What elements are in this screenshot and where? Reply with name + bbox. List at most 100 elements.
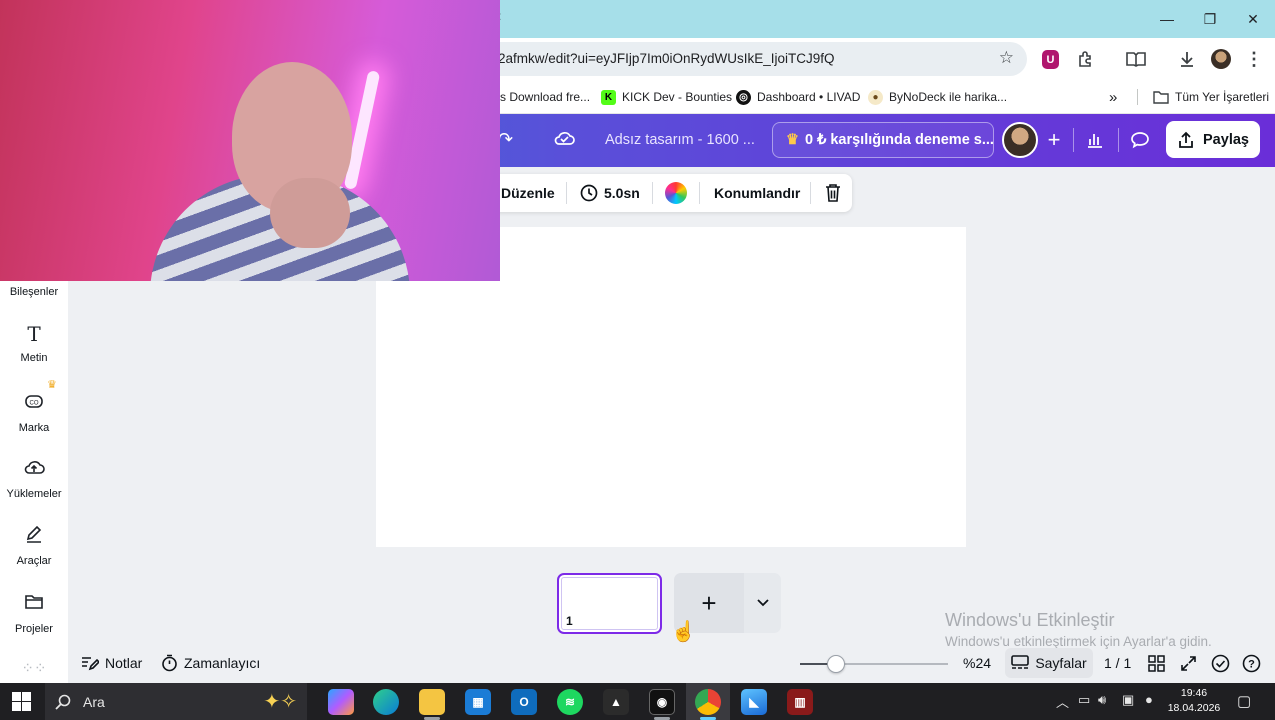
help-icon[interactable]: ? (1242, 651, 1261, 675)
share-icon (1179, 131, 1193, 148)
photos-app-icon[interactable]: ◣ (741, 689, 767, 715)
upload-icon (0, 458, 68, 482)
user-avatar[interactable] (1002, 122, 1038, 158)
zoom-slider-handle[interactable] (827, 655, 845, 673)
grid-view-icon[interactable] (1148, 651, 1165, 675)
store-app-icon[interactable]: ▦ (465, 689, 491, 715)
pages-button[interactable]: Sayfalar (1005, 648, 1093, 678)
fullscreen-icon[interactable] (1180, 651, 1197, 675)
zoom-slider[interactable] (800, 655, 948, 673)
notes-button[interactable]: Notlar (81, 651, 142, 675)
cloud-sync-icon[interactable] (553, 129, 575, 152)
taskbar-clock[interactable]: 19:46 18.04.2026 (1162, 686, 1226, 716)
copilot-app-icon[interactable] (328, 689, 354, 715)
notifications-icon[interactable]: ▢ (1237, 692, 1251, 710)
page-counter: 1 / 1 (1104, 651, 1131, 675)
check-icon[interactable] (1211, 651, 1230, 675)
adobe-app-icon[interactable]: ▲ (603, 689, 629, 715)
sidebar-item-label: Yüklemeler (6, 488, 62, 500)
document-title[interactable]: Adsız tasarım - 1600 ... (605, 132, 755, 148)
sidebar-item-tools[interactable]: Araçlar (0, 525, 68, 567)
notes-icon (82, 657, 99, 671)
duration-button[interactable]: 5.0sn (580, 174, 640, 212)
zoom-label: %24 (963, 655, 992, 671)
crown-icon: ♛ (786, 132, 799, 148)
edge-app-icon[interactable] (373, 689, 399, 715)
webcam-overlay (0, 0, 500, 281)
bookmark-divider (1137, 89, 1138, 105)
tools-icon (0, 525, 68, 549)
clock-date: 18.04.2026 (1167, 702, 1221, 714)
toolbar-divider (810, 182, 811, 204)
sidebar-item-uploads[interactable]: Yüklemeler (0, 458, 68, 500)
obs-app-icon[interactable]: ◉ (649, 689, 675, 715)
free-trial-button[interactable]: ♛ 0 ₺ karşılığında deneme s... (772, 122, 994, 158)
share-button[interactable]: Paylaş (1166, 121, 1260, 158)
analytics-icon[interactable] (1079, 124, 1111, 156)
share-label: Paylaş (1203, 131, 1249, 148)
chrome-app-icon[interactable] (695, 689, 721, 715)
address-bar[interactable]: 2afmkw/edit?ui=eyJFIjp7Im0iOnRydWUsIkE_I… (470, 42, 1027, 76)
restore-window-icon[interactable]: ❐ (1187, 0, 1233, 38)
file-explorer-app-icon[interactable] (419, 689, 445, 715)
close-window-icon[interactable]: ✕ (1230, 0, 1275, 38)
timer-label: Zamanlayıcı (184, 655, 261, 671)
notes-label: Notlar (105, 655, 143, 671)
windows-start-icon[interactable] (12, 692, 31, 711)
bookmark-item[interactable]: ● ByNoDeck ile harika... (868, 87, 1007, 107)
zoom-level[interactable]: %24 (963, 651, 991, 675)
bookmark-item[interactable]: K KICK Dev - Bounties (601, 87, 732, 107)
page-thumbnail[interactable]: 1 (557, 573, 662, 634)
winrar-app-icon[interactable]: ▥ (787, 689, 813, 715)
network-icon[interactable]: ▣ (1122, 692, 1134, 708)
bookmark-label: s Download fre... (500, 90, 591, 104)
apps-icon[interactable]: ⁘⁘ (0, 659, 68, 677)
reading-list-icon[interactable] (1123, 46, 1149, 72)
position-label: Konumlandır (714, 185, 801, 201)
tray-overflow-icon[interactable]: ︿ (1056, 692, 1069, 711)
spotify-app-icon[interactable]: ≋ (557, 689, 583, 715)
bookmark-item[interactable]: s Download fre... (500, 87, 590, 107)
extension-shield-icon[interactable]: U (1042, 50, 1059, 69)
search-icon (55, 694, 71, 710)
mouse-cursor-icon: ☝ (671, 621, 696, 643)
extensions-icon[interactable] (1073, 46, 1099, 72)
color-button[interactable] (665, 174, 687, 212)
microphone-icon[interactable]: ● (1145, 692, 1153, 707)
timer-button[interactable]: Zamanlayıcı (161, 651, 260, 675)
sidebar-item-text[interactable]: T Metin (0, 322, 68, 364)
position-button[interactable]: Konumlandır (714, 174, 800, 212)
tray-device-icon[interactable]: ▭ (1078, 692, 1090, 708)
star-icon[interactable]: ☆ (999, 48, 1014, 68)
minimize-window-icon[interactable]: — (1144, 0, 1190, 38)
text-icon: T (27, 322, 41, 346)
url-text[interactable]: 2afmkw/edit?ui=eyJFIjp7Im0iOnRydWUsIkE_I… (498, 51, 835, 66)
toolbar-divider (699, 182, 700, 204)
bookmark-item[interactable]: ◎ Dashboard • LIVAD (736, 87, 860, 107)
outlook-app-icon[interactable]: O (511, 689, 537, 715)
pages-label: Sayfalar (1035, 655, 1087, 671)
volume-icon[interactable]: 🔊︎ (1098, 692, 1106, 708)
all-bookmarks-button[interactable]: Tüm Yer İşaretleri (1153, 87, 1269, 107)
plus-icon[interactable]: + (1040, 126, 1068, 154)
folder-icon (1153, 91, 1169, 104)
taskbar-search[interactable]: Ara ✦✧ (45, 683, 307, 720)
more-bookmarks-icon[interactable]: » (1109, 87, 1117, 107)
chevron-down-icon (756, 599, 769, 607)
edit-label: Düzenle (501, 185, 555, 201)
sidebar-item-brand[interactable]: CO Marka (0, 392, 68, 434)
add-page-options-button[interactable] (744, 573, 781, 633)
brand-icon: CO (0, 392, 68, 416)
profile-avatar[interactable] (1211, 49, 1231, 69)
sidebar-item-components[interactable]: Bileşenler (0, 286, 68, 298)
browser-menu-icon[interactable]: ⋮ (1241, 46, 1267, 72)
edit-button[interactable]: Düzenle (501, 174, 555, 212)
trash-icon[interactable] (824, 174, 842, 212)
sidebar-item-projects[interactable]: Projeler (0, 593, 68, 635)
toolbar-divider (566, 182, 567, 204)
download-icon[interactable] (1174, 46, 1200, 72)
redo-icon[interactable]: ↷ (498, 129, 513, 150)
taskbar-search-placeholder: Ara (83, 693, 105, 710)
windows-taskbar: Ara ✦✧ ▦ O ≋ ▲ ◉ ◣ ▥ ︿ ▭ 🔊︎ ▣ ● 19:46 18… (0, 683, 1275, 720)
comment-icon[interactable] (1124, 124, 1156, 156)
